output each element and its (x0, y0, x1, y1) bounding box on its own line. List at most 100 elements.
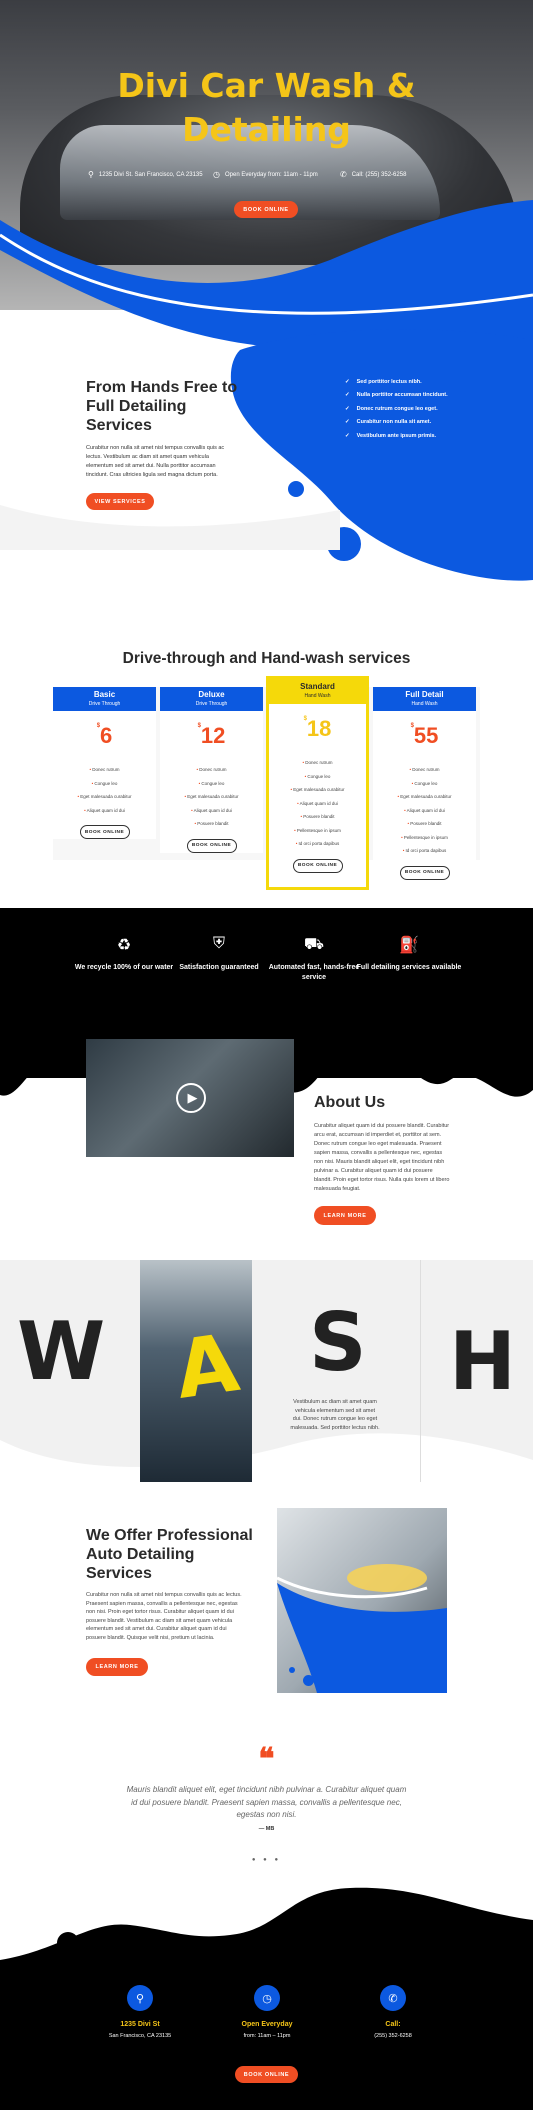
location-icon: ⚲ (127, 1985, 153, 2011)
plan-feature: Aliquet quam id dui (53, 804, 156, 818)
letter-h: H (449, 1315, 516, 1408)
footer-title: Open Everyday (241, 2021, 293, 2028)
hero-address: ⚲ 1235 Divi St. San Francisco, CA 23135 (88, 170, 203, 179)
slider-dots[interactable]: ● ● ● (0, 1857, 533, 1863)
feature-label: Full detailing services available (356, 964, 462, 971)
plan-basic: Basic Drive Through $6 Donec rutrum Congu… (53, 687, 156, 839)
plan-name: Full Detail (405, 690, 444, 699)
pricing-title: Drive-through and Hand-wash services (122, 650, 411, 667)
view-services-button[interactable]: VIEW SERVICES (86, 493, 154, 510)
footer-phone: ✆ Call: (255) 352-6258 (323, 1985, 463, 2039)
location-pin-icon: ⚲ (88, 170, 94, 179)
book-online-button[interactable]: BOOK ONLINE (79, 825, 130, 839)
plan-header: Deluxe Drive Through (160, 687, 263, 711)
book-online-button[interactable]: BOOK ONLINE (292, 858, 343, 873)
clock-icon: ◷ (254, 1985, 280, 2011)
check-item: ✓ Sed porttitor lectus nibh. (345, 375, 448, 389)
footer-book-button[interactable]: BOOK ONLINE (235, 2066, 298, 2083)
footer-title: 1235 Divi St (120, 2021, 160, 2028)
check-icon: ✓ (345, 378, 350, 385)
hero-hours-text: Open Everyday from: 11am - 11pm (224, 171, 318, 178)
footer-address: ⚲ 1235 Divi St San Francisco, CA 23135 (70, 1985, 210, 2039)
intro-text: Curabitur non nulla sit amet nisl tempus… (86, 445, 225, 478)
plan-feature: Posuere blandit (269, 810, 366, 824)
plan-feature: Eget malesuada curabitur (373, 790, 476, 804)
check-icon: ✓ (345, 405, 350, 412)
plan-feature: Posuere blandit (373, 817, 476, 831)
plan-feature: Aliquet quam id dui (269, 797, 366, 811)
plan-sub: Hand Wash (411, 701, 438, 707)
book-online-button[interactable]: BOOK ONLINE (186, 838, 237, 853)
feature-label: Satisfaction guaranteed (179, 964, 259, 971)
testimonial-author: — MB (258, 1826, 275, 1832)
check-item-text: Curabitur non nulla sit amet. (356, 419, 432, 426)
hero-hours: ◷ Open Everyday from: 11am - 11pm (213, 170, 318, 179)
feature-label: We recycle 100% of our water (74, 964, 174, 971)
plan-full-detail: Full Detail Hand Wash $55 Donec rutrum Co… (373, 687, 476, 880)
services-text: Curabitur non nulla sit amet nisl tempus… (86, 1592, 242, 1641)
check-icon: ✓ (345, 432, 350, 439)
footer-hours: ◷ Open Everyday from: 11am – 11pm (197, 1985, 337, 2039)
book-online-button[interactable]: BOOK ONLINE (399, 865, 450, 880)
plan-feature: Id orci porta dapibus (373, 844, 476, 858)
services-learn-more-button[interactable]: LEARN MORE (86, 1658, 148, 1676)
letter-a: A (169, 1316, 245, 1417)
plan-header: Full Detail Hand Wash (373, 687, 476, 711)
check-item: ✓ Donec rutrum congue leo eget. (345, 402, 448, 416)
check-item-text: Donec rutrum congue leo eget. (356, 405, 438, 412)
price-value: 12 (200, 723, 226, 748)
about-text: Curabitur aliquet quam id dui posuere bl… (314, 1123, 450, 1192)
feature-automated: ⛟ Automated fast, hands-free service (259, 935, 369, 983)
footer-wave-shape (0, 1887, 533, 1970)
feature-recycle: ♻ We recycle 100% of our water (69, 935, 179, 973)
plan-feature: Congue leo (269, 770, 366, 784)
plan-sub: Drive Through (88, 701, 121, 707)
hero-title: Divi Car Wash & Detailing (0, 64, 533, 152)
hero-phone: ✆ Call: (255) 352-6258 (340, 170, 406, 179)
check-item-text: Nulla porttitor accumsan tincidunt. (356, 392, 448, 399)
letter-s: S (309, 1296, 367, 1389)
about-video[interactable]: ▶ (86, 1039, 294, 1157)
plan-header: Standard Hand Wash (269, 679, 366, 704)
price-value: 6 (100, 723, 113, 748)
footer-title: Call: (385, 2021, 401, 2028)
shield-icon: ⛨ (212, 935, 225, 952)
plan-feature: Eget malesuada curabitur (269, 783, 366, 797)
services-title: We Offer Professional Auto Detailing Ser… (86, 1527, 253, 1582)
recycle-icon: ♻ (116, 937, 132, 954)
plan-feature: Congue leo (373, 777, 476, 791)
plan-sub: Hand Wash (304, 693, 331, 699)
plan-price: $6 (53, 723, 156, 763)
plan-feature: Pellentesque in ipsum (269, 824, 366, 838)
testimonial-quote: Mauris blandit aliquet elit, eget tincid… (126, 1785, 407, 1819)
check-icon: ✓ (345, 419, 350, 426)
plan-feature: Congue leo (160, 777, 263, 791)
plan-price: $12 (160, 723, 263, 763)
plan-deluxe: Deluxe Drive Through $12 Donec rutrum Con… (160, 687, 263, 853)
plan-feature: Donec rutrum (269, 756, 366, 770)
price-value: 55 (413, 723, 439, 748)
hero-title-line2: Detailing (182, 110, 351, 149)
phone-icon: ✆ (380, 1985, 406, 2011)
plan-feature: Pellentesque in ipsum (373, 831, 476, 845)
letter-w: W (17, 1305, 106, 1398)
intro-checklist: ✓ Sed porttitor lectus nibh. ✓ Nulla portt… (345, 375, 448, 443)
feature-detailing: ⛽ Full detailing services available (354, 935, 464, 973)
about-learn-more-button[interactable]: LEARN MORE (314, 1206, 376, 1225)
plan-name: Deluxe (198, 690, 225, 699)
services-blue-shape (277, 1564, 447, 1693)
plan-feature: Donec rutrum (160, 763, 263, 777)
detailing-icon: ⛽ (399, 937, 419, 954)
plan-sub: Drive Through (195, 701, 228, 707)
footer-sub: (255) 352-6258 (374, 2033, 412, 2039)
play-icon[interactable]: ▶ (176, 1083, 206, 1113)
plan-feature: Eget malesuada curabitur (160, 790, 263, 804)
plan-feature: Donec rutrum (53, 763, 156, 777)
car-wash-icon: ⛟ (303, 936, 325, 953)
hero-title-line1: Divi Car Wash & (117, 66, 416, 105)
check-icon: ✓ (345, 392, 350, 399)
wash-text: Vestibulum ac diam sit amet quam vehicul… (290, 1399, 380, 1431)
check-item: ✓ Curabitur non nulla sit amet. (345, 416, 448, 430)
footer-sub: San Francisco, CA 23135 (108, 2033, 172, 2039)
plan-feature: Donec rutrum (373, 763, 476, 777)
